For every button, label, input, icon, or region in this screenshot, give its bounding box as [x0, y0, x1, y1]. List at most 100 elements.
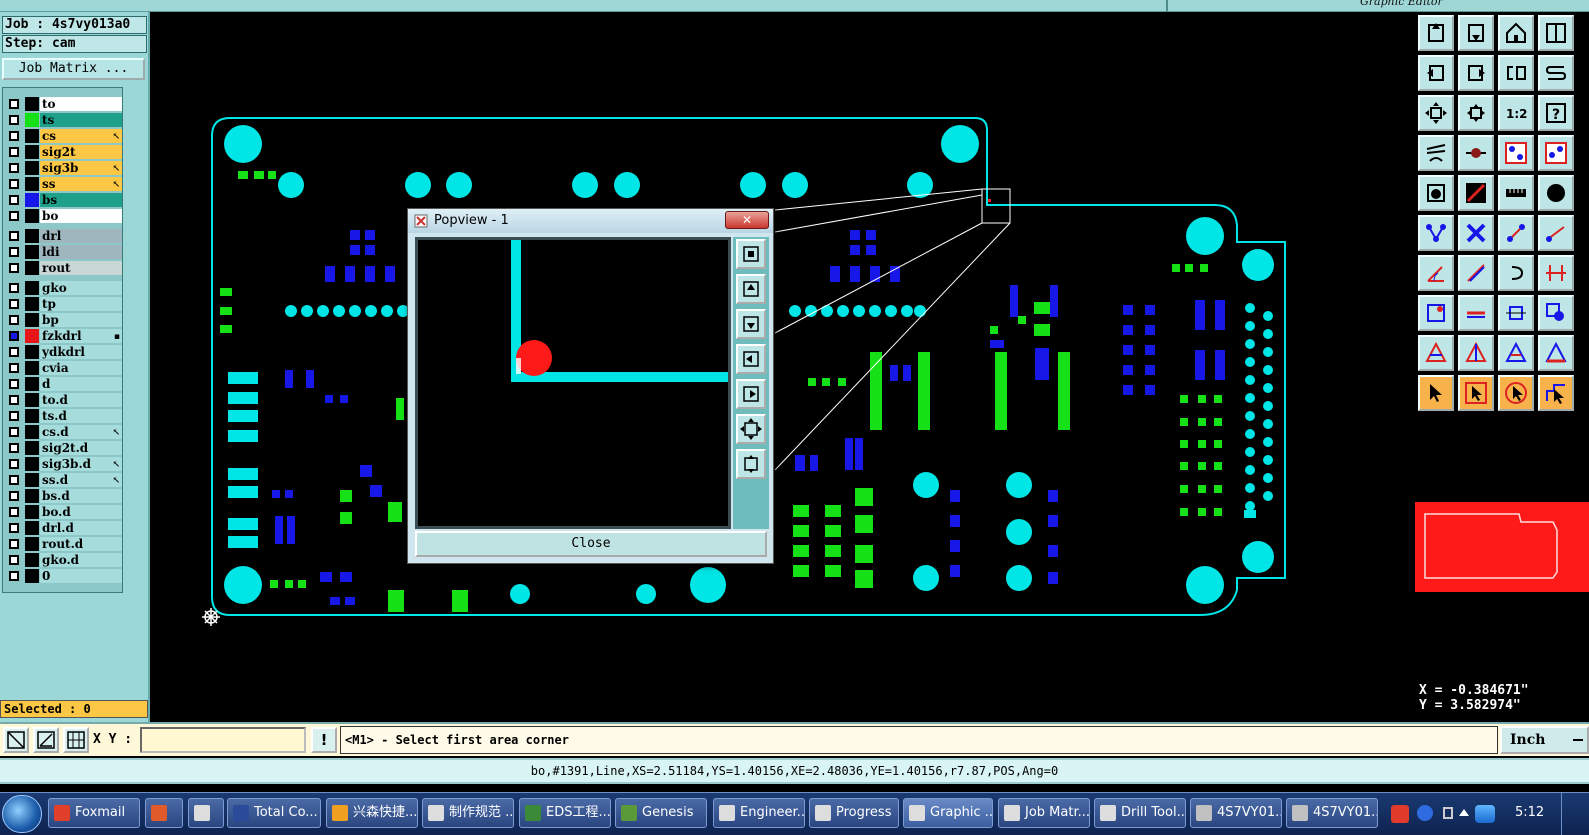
layer-row-cs[interactable]: cs ↖ — [6, 129, 122, 143]
layer-color-swatch[interactable] — [25, 161, 39, 175]
layer-name[interactable]: ss ↖ — [40, 177, 122, 191]
connect-icon[interactable] — [1418, 215, 1454, 251]
triangle-icon[interactable] — [1418, 335, 1454, 371]
dimension-icon[interactable] — [1498, 295, 1534, 331]
layer-color-swatch[interactable] — [25, 457, 39, 471]
layer-color-swatch[interactable] — [25, 361, 39, 375]
layer-checkbox[interactable] — [9, 379, 19, 389]
layer-checkbox[interactable] — [9, 411, 19, 421]
delete-icon[interactable] — [1458, 215, 1494, 251]
layer-row-bp[interactable]: bp — [6, 313, 122, 327]
ruler-icon[interactable] — [1498, 175, 1534, 211]
select-circle-icon[interactable] — [1498, 375, 1534, 411]
network-icon[interactable] — [1475, 805, 1495, 823]
layer-row-ss[interactable]: ss ↖ — [6, 177, 122, 191]
layer-row-rout.d[interactable]: rout.d — [6, 537, 122, 551]
layer-checkbox[interactable] — [9, 115, 19, 125]
measure-tool-icon[interactable] — [1418, 135, 1454, 171]
taskbar-item[interactable]: Engineer... — [713, 798, 805, 828]
layer-name[interactable]: drl — [40, 229, 122, 243]
open-step-icon[interactable] — [1418, 15, 1454, 51]
layer-row-drl[interactable]: drl — [6, 229, 122, 243]
layer-checkbox[interactable] — [9, 507, 19, 517]
taskbar-item[interactable] — [145, 798, 183, 828]
home-icon[interactable] — [1498, 15, 1534, 51]
zoom-out-icon[interactable] — [1458, 95, 1494, 131]
move-point-icon[interactable] — [1498, 215, 1534, 251]
layer-name[interactable]: ts.d — [40, 409, 122, 423]
layer-color-swatch[interactable] — [25, 505, 39, 519]
layer-name[interactable]: cvia — [40, 361, 122, 375]
layer-color-swatch[interactable] — [25, 473, 39, 487]
help-icon[interactable]: ? — [1538, 95, 1574, 131]
layer-checkbox[interactable] — [9, 195, 19, 205]
save-step-icon[interactable] — [1458, 15, 1494, 51]
split-view-icon[interactable] — [1538, 15, 1574, 51]
net-analysis-icon[interactable] — [1498, 135, 1534, 171]
taskbar-item[interactable]: Graphic ... — [903, 798, 993, 828]
layer-row-drl.d[interactable]: drl.d — [6, 521, 122, 535]
layer-checkbox[interactable] — [9, 283, 19, 293]
layer-checkbox[interactable] — [9, 315, 19, 325]
layer-checkbox[interactable] — [9, 231, 19, 241]
layer-row-cs.d[interactable]: cs.d ↖ — [6, 425, 122, 439]
layer-name[interactable]: to — [40, 97, 122, 111]
zoom-home-icon[interactable] — [1418, 95, 1454, 131]
layer-name[interactable]: 0 — [40, 569, 122, 583]
pan-left-button[interactable] — [736, 344, 766, 374]
layer-checkbox[interactable] — [9, 299, 19, 309]
layer-name[interactable]: ldi — [40, 245, 122, 259]
zoom-out-button[interactable] — [736, 449, 766, 479]
layer-name[interactable]: bo — [40, 209, 122, 223]
layer-name[interactable]: sig2t — [40, 145, 122, 159]
graphic-canvas[interactable] — [150, 12, 1415, 722]
layer-color-swatch[interactable] — [25, 393, 39, 407]
layer-name[interactable]: gko.d — [40, 553, 122, 567]
taskbar-item[interactable]: 制作规范 ... — [422, 798, 514, 828]
layer-row-ts.d[interactable]: ts.d — [6, 409, 122, 423]
taskbar-item[interactable]: Total Co... — [227, 798, 321, 828]
step-left-icon[interactable] — [1418, 55, 1454, 91]
zoom-window-button[interactable] — [736, 239, 766, 269]
layer-row-rout[interactable]: rout — [6, 261, 122, 275]
layer-checkbox[interactable] — [9, 475, 19, 485]
drc-icon[interactable] — [1538, 135, 1574, 171]
layer-color-swatch[interactable] — [25, 145, 39, 159]
layer-checkbox[interactable] — [9, 347, 19, 357]
layer-row-gko.d[interactable]: gko.d — [6, 553, 122, 567]
layer-checkbox[interactable] — [9, 363, 19, 373]
popview-zoom-area[interactable] — [415, 237, 731, 529]
overview-map[interactable] — [1415, 502, 1589, 592]
layer-checkbox[interactable] — [9, 263, 19, 273]
layer-name[interactable]: ss.d ↖ — [40, 473, 122, 487]
layer-name[interactable]: to.d — [40, 393, 122, 407]
xy-input[interactable] — [140, 727, 306, 753]
layer-color-swatch[interactable] — [25, 229, 39, 243]
arc-icon[interactable] — [1498, 255, 1534, 291]
layer-checkbox[interactable] — [9, 211, 19, 221]
add-line-icon[interactable] — [1458, 175, 1494, 211]
layer-name[interactable]: sig2t.d — [40, 441, 122, 455]
layer-checkbox[interactable] — [9, 571, 19, 581]
layer-color-swatch[interactable] — [25, 129, 39, 143]
angle-snap-icon[interactable] — [33, 727, 59, 753]
start-button[interactable] — [2, 795, 42, 833]
layer-row-bs.d[interactable]: bs.d — [6, 489, 122, 503]
redraw-icon[interactable] — [1538, 55, 1574, 91]
layer-color-swatch[interactable] — [25, 537, 39, 551]
taskbar-item[interactable]: Drill Tool... — [1094, 798, 1186, 828]
layer-name[interactable]: ydkdrl — [40, 345, 122, 359]
layer-color-swatch[interactable] — [25, 441, 39, 455]
select-polygon-icon[interactable] — [1538, 375, 1574, 411]
layer-color-swatch[interactable] — [25, 97, 39, 111]
layer-checkbox[interactable] — [9, 539, 19, 549]
triangle-edge-icon[interactable] — [1538, 335, 1574, 371]
layer-color-swatch[interactable] — [25, 553, 39, 567]
layer-color-swatch[interactable] — [25, 245, 39, 259]
layer-row-to[interactable]: to — [6, 97, 122, 111]
pan-right-button[interactable] — [736, 379, 766, 409]
taskbar-item[interactable]: Progress — [809, 798, 899, 828]
step-right-icon[interactable] — [1458, 55, 1494, 91]
layer-name[interactable]: tp — [40, 297, 122, 311]
layer-row-ldi[interactable]: ldi — [6, 245, 122, 259]
